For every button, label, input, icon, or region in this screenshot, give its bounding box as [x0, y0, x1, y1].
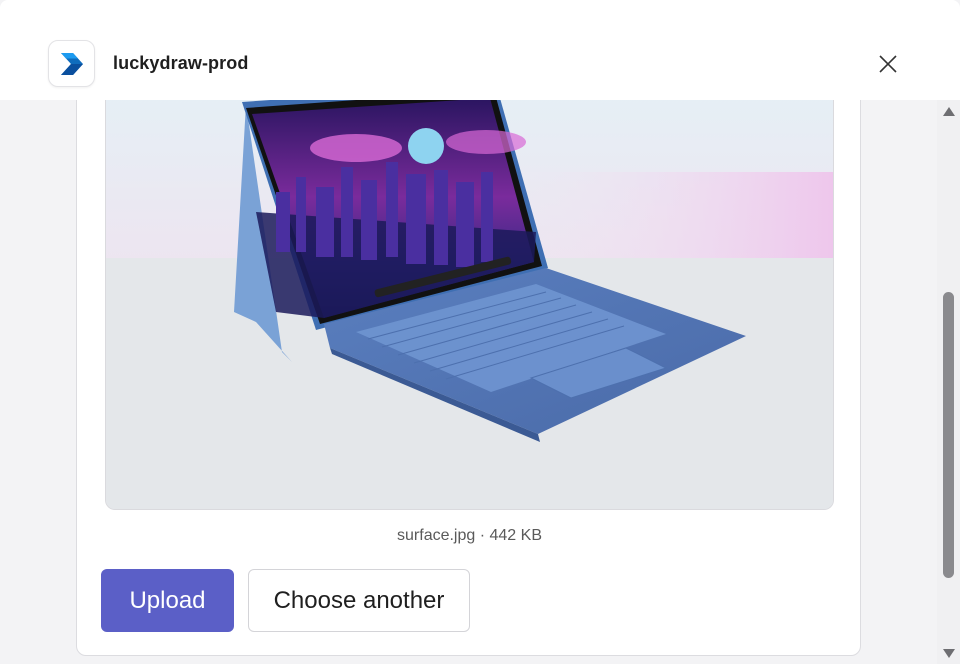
choose-another-button[interactable]: Choose another [248, 569, 470, 632]
power-automate-icon [48, 40, 95, 87]
scroll-thumb[interactable] [943, 292, 954, 578]
close-button[interactable] [870, 46, 906, 82]
image-preview [105, 100, 834, 510]
surface-laptop-photo [106, 100, 833, 509]
app-window: luckydraw-prod surface.jpg · 442 KB Uplo… [0, 0, 960, 664]
close-icon [879, 55, 897, 73]
app-title: luckydraw-prod [113, 53, 249, 73]
title-bar: luckydraw-prod [0, 0, 960, 100]
dialog-content: surface.jpg · 442 KB Upload Choose anoth… [0, 100, 937, 664]
upload-button[interactable]: Upload [101, 569, 234, 632]
scroll-up-arrow-icon[interactable] [941, 104, 956, 118]
vertical-scrollbar[interactable] [937, 100, 960, 664]
scroll-down-arrow-icon[interactable] [941, 646, 956, 660]
file-info: surface.jpg · 442 KB [397, 527, 542, 544]
upload-card: surface.jpg · 442 KB Upload Choose anoth… [76, 100, 861, 656]
